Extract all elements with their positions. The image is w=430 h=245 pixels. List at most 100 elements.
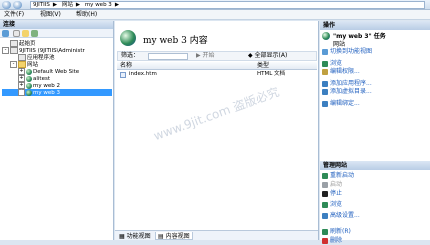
show-all-button[interactable]: ◆ 全部显示(A) (248, 52, 287, 60)
action-label: 切换到功能视图 (330, 48, 373, 55)
collapse-icon[interactable]: - (10, 61, 17, 68)
action-link[interactable]: 添加虚拟目录... (322, 88, 372, 96)
action-icon (322, 48, 328, 55)
action-label: 刷新(R) (330, 228, 351, 235)
menu-file[interactable]: 文件(F) (4, 11, 24, 19)
action-link[interactable]: 编辑权限... (322, 68, 360, 76)
file-type: HTML 文档 (257, 71, 286, 77)
start-page-icon (10, 40, 18, 47)
breadcrumb-item[interactable]: 9JITIIS (33, 2, 50, 8)
actions-title: 操作 (320, 21, 430, 30)
manage-site-title: 管理网站 (320, 161, 430, 170)
globe-icon (120, 30, 136, 46)
expand-icon[interactable]: + (18, 68, 25, 75)
go-label: 开始 (202, 52, 215, 59)
action-icon (322, 60, 328, 67)
actions-pane: 操作 "my web 3" 任务 网站 切换到功能视图 浏览 编辑权限... 添加应用… (320, 21, 430, 244)
back-arrow-icon[interactable]: ‹ (2, 1, 11, 9)
action-icon (322, 100, 328, 107)
html-file-icon (120, 71, 126, 78)
globe-icon (26, 82, 32, 89)
tab-features-view[interactable]: ▦ 功能视图 (117, 232, 153, 240)
filter-input[interactable] (148, 53, 188, 60)
action-label: 启动 (330, 181, 343, 188)
page-title: my web 3 内容 (143, 36, 208, 46)
globe-icon (26, 75, 32, 82)
action-link[interactable]: 浏览 (322, 60, 342, 68)
server-icon (10, 47, 18, 54)
action-label: 浏览 (330, 201, 343, 208)
action-icon (322, 190, 328, 197)
tree-item[interactable]: + Default Web Site (2, 68, 112, 75)
action-label: 高级设置... (330, 212, 360, 219)
action-label: 重新启动 (330, 172, 355, 179)
action-icon (322, 237, 328, 244)
connect-icon[interactable] (2, 30, 9, 37)
manage-action-link[interactable]: 启动 (322, 181, 342, 189)
manage-action-link[interactable]: 浏览 (322, 201, 342, 209)
globe-icon (322, 32, 330, 40)
expand-icon[interactable]: + (18, 75, 25, 82)
tree-item[interactable]: + alitest (2, 75, 112, 82)
menu-help[interactable]: 帮助(H) (76, 11, 97, 19)
action-label: 浏览 (330, 60, 343, 67)
action-link[interactable]: 切换到功能视图 (322, 48, 372, 56)
action-icon (322, 228, 328, 235)
go-button[interactable]: ▶ 开始 (196, 52, 215, 60)
action-icon (322, 80, 328, 87)
tree-item[interactable]: -9JITIIS (9JITIIS\Administr (2, 47, 112, 54)
filter-bar: 筛选： ▶ 开始 ◆ 全部显示(A) (117, 51, 317, 61)
tab-features-label: 功能视图 (126, 233, 151, 240)
manage-action-link[interactable]: 高级设置... (322, 212, 360, 220)
expand-icon[interactable]: + (18, 82, 25, 89)
expand-icon[interactable]: + (18, 89, 25, 96)
task-group-subtitle: 网站 (333, 41, 346, 48)
address-bar: ‹ › 9JITIIS ▶ 网站 ▶ my web 3 ▶ (0, 0, 430, 10)
action-link[interactable]: 编辑绑定... (322, 100, 360, 108)
manage-action-link[interactable]: 重新启动 (322, 172, 354, 180)
action-icon (322, 212, 328, 219)
manage-action-link[interactable]: 刷新(R) (322, 228, 351, 236)
manage-action-link[interactable]: 删除 (322, 237, 342, 245)
file-name: index.htm (129, 71, 157, 77)
collapse-icon[interactable]: - (2, 47, 9, 54)
folder-icon[interactable] (22, 30, 29, 37)
tree-item[interactable]: + my web 2 (2, 82, 112, 89)
action-icon (322, 88, 328, 95)
column-header: 名称 类型 (117, 62, 317, 70)
action-label: 编辑绑定... (330, 100, 360, 107)
menu-bar: 文件(F) 视图(V) 帮助(H) (0, 10, 430, 20)
filter-label: 筛选： (121, 52, 140, 59)
show-all-label: 全部显示(A) (254, 52, 288, 59)
manage-action-link[interactable]: 停止 (322, 190, 342, 198)
column-type[interactable]: 类型 (257, 62, 269, 70)
action-label: 添加应用程序... (330, 80, 372, 87)
tree-item[interactable]: 应用程序池 (2, 54, 112, 61)
menu-view[interactable]: 视图(V) (40, 11, 61, 19)
action-link[interactable]: 添加应用程序... (322, 80, 372, 88)
forward-arrow-icon[interactable]: › (13, 1, 22, 9)
connections-pane: 连接 起始页 -9JITIIS (9JITIIS\Administr 应用程序池 - 网… (0, 21, 114, 240)
tree-item[interactable]: 起始页 (2, 40, 112, 47)
table-row[interactable]: index.htm HTML 文档 (117, 71, 317, 78)
tree-item[interactable]: + my web 3 (2, 89, 112, 96)
action-label: 删除 (330, 237, 343, 244)
column-name[interactable]: 名称 (120, 62, 132, 70)
tab-content-view[interactable]: ▤ 内容视图 (155, 232, 193, 240)
sites-folder-icon (18, 61, 26, 68)
globe-icon (26, 89, 32, 96)
save-icon[interactable] (13, 30, 20, 37)
connections-tree: 起始页 -9JITIIS (9JITIIS\Administr 应用程序池 - 网站 + D… (2, 40, 112, 96)
view-tabs: ▦ 功能视图 ▤ 内容视图 (115, 230, 318, 240)
refresh-icon[interactable] (31, 30, 38, 37)
tree-item[interactable]: - 网站 (2, 61, 112, 68)
action-icon (322, 68, 328, 75)
tab-content-label: 内容视图 (165, 233, 190, 240)
connections-title: 连接 (0, 21, 113, 29)
globe-icon (26, 68, 32, 75)
breadcrumb-item[interactable]: 网站 (62, 2, 73, 8)
breadcrumb-item[interactable]: my web 3 (85, 2, 112, 8)
breadcrumb[interactable]: 9JITIIS ▶ 网站 ▶ my web 3 ▶ (30, 1, 425, 9)
action-icon (322, 201, 328, 208)
action-icon (322, 172, 328, 179)
